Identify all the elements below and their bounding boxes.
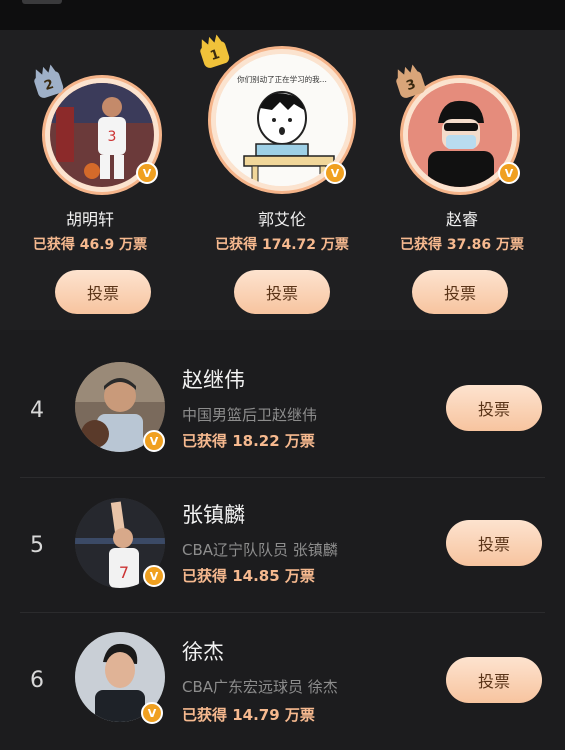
player-name: 赵睿: [445, 210, 478, 229]
verified-icon: V: [136, 162, 158, 184]
player-name: 胡明轩: [65, 210, 114, 229]
top-card-rank-1: 你们别动了正在学习的我... 1 V 郭艾伦 已获得 174.72 万票 投票: [192, 40, 372, 330]
vote-count: 已获得 174.72 万票: [215, 237, 349, 253]
verified-icon: V: [498, 162, 520, 184]
player-name: 郭艾伦: [257, 210, 306, 229]
player-description: CBA广东宏远球员 徐杰: [182, 678, 338, 696]
header-fragment: [22, 0, 62, 4]
top-card-rank-3: 3 V 赵睿 已获得 37.86 万票 投票: [372, 70, 552, 330]
verified-icon: V: [324, 162, 346, 184]
vote-button[interactable]: 投票: [234, 270, 330, 314]
rank-badge-1: 1: [199, 40, 231, 70]
vote-count: 已获得 37.86 万票: [399, 237, 525, 253]
verified-icon: V: [143, 430, 165, 452]
svg-text:7: 7: [119, 563, 129, 582]
vote-button[interactable]: 投票: [446, 657, 542, 703]
top-status-strip: [0, 0, 565, 30]
list-item-rank-4: 4 V 赵继伟 中国男篮后卫赵继伟 已获得 18.22 万票 投票: [0, 350, 565, 480]
player-name: 徐杰: [182, 640, 224, 664]
list-item-rank-5: 5 7 V 张镇麟 CBA辽宁队队员 张镇麟 已获得 14.85 万票 投票: [0, 485, 565, 615]
svg-text:你们别动了正在学习的我...: 你们别动了正在学习的我...: [237, 74, 327, 84]
rank-number: 5: [30, 533, 44, 558]
vote-button[interactable]: 投票: [446, 520, 542, 566]
top-card-rank-2: 3 2 V 胡明轩 已获得 46.9 万票 投票: [0, 70, 180, 330]
vote-count: 已获得 14.85 万票: [182, 567, 315, 585]
divider: [20, 477, 545, 478]
vote-count: 已获得 18.22 万票: [182, 432, 315, 450]
vote-button[interactable]: 投票: [412, 270, 508, 314]
vote-count: 已获得 14.79 万票: [182, 706, 315, 724]
svg-text:3: 3: [108, 129, 117, 145]
rank-number: 6: [30, 668, 44, 693]
player-name: 赵继伟: [182, 368, 245, 392]
avatar-cartoon: [408, 83, 512, 187]
vote-count: 已获得 46.9 万票: [32, 237, 148, 253]
player-description: CBA辽宁队队员 张镇麟: [182, 541, 338, 559]
verified-icon: V: [143, 565, 165, 587]
verified-icon: V: [141, 702, 163, 724]
player-name: 张镇麟: [182, 503, 245, 527]
rank-number: 4: [30, 398, 44, 423]
vote-button[interactable]: 投票: [446, 385, 542, 431]
player-description: 中国男篮后卫赵继伟: [182, 406, 318, 424]
divider: [20, 612, 545, 613]
vote-button[interactable]: 投票: [55, 270, 151, 314]
